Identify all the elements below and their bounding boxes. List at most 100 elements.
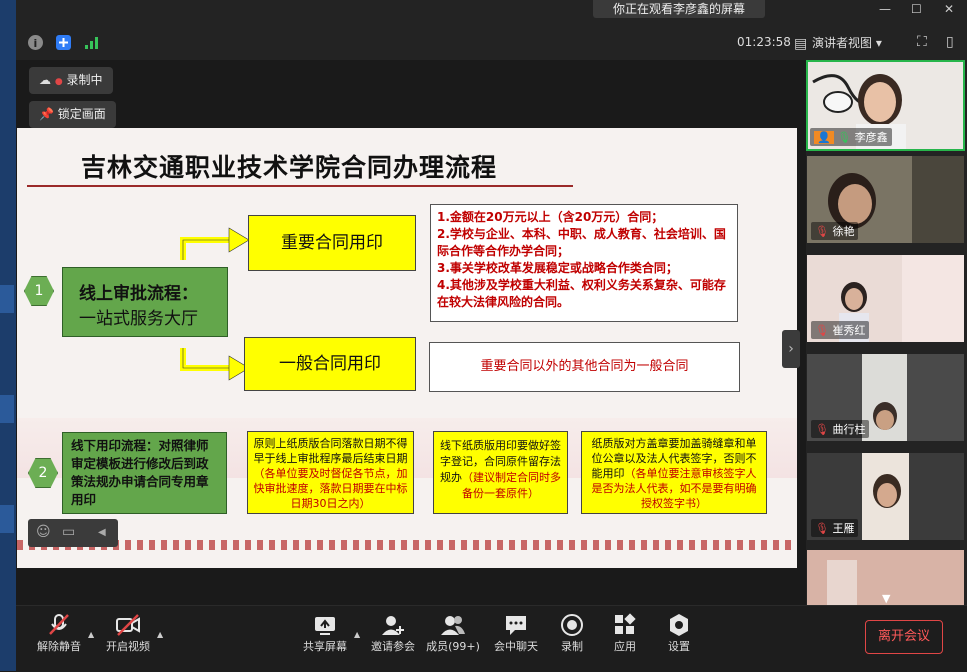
offline-seal-box: 线下用印流程：对照律师审定模板进行修改后到政策法规办申请合同专用章用印	[62, 432, 227, 514]
decorative-border	[17, 540, 797, 550]
view-mode-label: 演讲者视图	[812, 36, 873, 50]
leave-meeting-button[interactable]: 离开会议	[865, 620, 943, 654]
participant-name-text: 王雁	[832, 522, 855, 535]
recording-label: 录制中	[66, 73, 103, 87]
unmute-button[interactable]: 解除静音	[24, 612, 94, 654]
rule-item: 2.学校与企业、本科、中职、成人教育、社会培训、国际合作等合作办学合同；	[437, 227, 726, 258]
paper-date-text: 原则上纸质版合同落款日期不得早于线上审批程序最后结束日期	[253, 437, 408, 465]
panel-toggle-icon[interactable]: ▯	[946, 34, 954, 50]
pin-icon: 📌	[39, 107, 54, 121]
desktop-icon	[0, 285, 14, 313]
participant-name: 🎙 徐艳	[811, 222, 859, 240]
video-tile[interactable]: 👤 🎙 李彦鑫	[806, 60, 965, 151]
video-tile[interactable]: 🎙 徐艳	[807, 156, 964, 243]
members-icon	[418, 612, 488, 638]
mic-muted-icon	[24, 612, 94, 638]
online-approval-title: 线上审批流程：	[79, 284, 198, 304]
cloud-record-icon: ☁	[39, 73, 51, 87]
collapse-panel-button[interactable]: ›	[782, 330, 800, 368]
start-video-button[interactable]: 开启视频	[93, 612, 163, 654]
mic-on-icon: 🎙	[837, 131, 852, 144]
rule-item: 1.金额在20万元以上（含20万元）合同；	[437, 210, 664, 224]
apps-label: 应用	[614, 640, 636, 653]
minimize-button[interactable]: —	[879, 2, 891, 16]
shared-slide: 吉林交通职业技术学院合同办理流程 1 线上审批流程： 一站式服务大厅 重要合同用…	[17, 128, 797, 568]
chevron-down-icon: ▾	[875, 36, 882, 50]
rule-item: 4.其他涉及学校重大利益、权利义务关系复杂、可能存在较大法律风险的合同。	[437, 278, 726, 309]
mic-muted-icon: 🎙	[815, 522, 829, 535]
participant-name-text: 崔秀红	[832, 324, 866, 337]
restore-button[interactable]: ☐	[911, 2, 922, 16]
members-button[interactable]: 成员(99+)	[418, 612, 488, 654]
desktop-icon	[0, 395, 14, 423]
mic-muted-icon: 🎙	[815, 225, 829, 238]
unmute-label: 解除静音	[37, 640, 81, 653]
desktop-icon	[0, 505, 14, 533]
view-mode-button[interactable]: 演讲者视图 ▾	[812, 34, 882, 51]
record-dot-icon: ●	[54, 77, 63, 87]
important-contract-rules: 1.金额在20万元以上（含20万元）合同； 2.学校与企业、本科、中职、成人教育…	[430, 204, 738, 322]
meeting-timer: 01:23:58	[737, 35, 791, 49]
participant-name: 🎙 王雁	[811, 519, 859, 537]
svg-text:i: i	[34, 37, 38, 50]
video-tile[interactable]: 🎙 王雁	[807, 453, 964, 540]
online-approval-box: 线上审批流程： 一站式服务大厅	[62, 267, 228, 337]
video-tile[interactable]: 🎙 曲行柱	[807, 354, 964, 441]
chat-label: 会中聊天	[494, 640, 538, 653]
participant-name: 👤 🎙 李彦鑫	[810, 128, 892, 146]
fullscreen-icon[interactable]: ⛶	[917, 34, 927, 50]
lock-screen-button[interactable]: 📌 锁定画面	[29, 101, 116, 128]
paper-date-note: （各单位要及时督促各节点，加快审批速度，落款日期要在中标日期30日之内）	[253, 467, 408, 510]
close-button[interactable]: ✕	[944, 2, 954, 16]
members-label: 成员(99+)	[426, 640, 480, 653]
participant-name: 🎙 崔秀红	[811, 321, 870, 339]
meeting-topbar	[16, 0, 967, 60]
slide-title: 吉林交通职业技术学院合同办理流程	[81, 153, 498, 182]
info-icon[interactable]: i	[28, 35, 43, 50]
signal-icon[interactable]	[84, 35, 99, 50]
participant-name-text: 徐艳	[832, 225, 855, 238]
paper-register-note: （建议制定合同时多备份一套原件）	[462, 471, 561, 500]
participant-name: 🎙 曲行柱	[811, 420, 870, 438]
record-label: 录制	[561, 640, 583, 653]
paper-register-box: 线下纸质版用印要做好签字登记，合同原件留存法规办（建议制定合同时多备份一套原件）	[433, 431, 568, 514]
invite-label: 邀请参会	[371, 640, 415, 653]
online-approval-subtitle: 一站式服务大厅	[79, 309, 198, 329]
important-contract-box: 重要合同用印	[248, 215, 416, 271]
lock-screen-label: 锁定画面	[57, 107, 106, 121]
settings-label: 设置	[668, 640, 690, 653]
emoji-icon[interactable]: ☺	[36, 524, 51, 540]
share-screen-icon	[290, 612, 360, 638]
camera-off-icon	[93, 612, 163, 638]
mic-muted-icon: 🎙	[815, 423, 829, 436]
shield-icon[interactable]	[56, 35, 71, 50]
title-underline	[27, 185, 573, 187]
start-video-label: 开启视频	[106, 640, 150, 653]
general-contract-box: 一般合同用印	[244, 337, 416, 391]
paper-date-box: 原则上纸质版合同落款日期不得早于线上审批程序最后结束日期（各单位要及时督促各节点…	[247, 431, 414, 514]
participant-name-text: 李彦鑫	[854, 131, 888, 144]
share-screen-label: 共享屏幕	[303, 640, 347, 653]
layout-icon: ▤	[794, 36, 808, 52]
step-1-badge: 1	[24, 276, 54, 306]
share-screen-button[interactable]: 共享屏幕	[290, 612, 360, 654]
chevron-up-icon[interactable]: ▲	[157, 630, 163, 639]
rule-item: 3.事关学校改革发展稳定或战略合作类合同；	[437, 261, 678, 275]
collapse-left-icon[interactable]: ◀	[98, 527, 106, 538]
recording-indicator[interactable]: ☁ ● 录制中	[29, 67, 113, 94]
scroll-down-icon[interactable]: ▼	[882, 592, 890, 605]
mic-muted-icon: 🎙	[815, 324, 829, 337]
general-contract-rule: 重要合同以外的其他合同为一般合同	[429, 342, 740, 392]
comment-icon[interactable]: ▭	[62, 524, 75, 540]
video-tile[interactable]: 🎙 崔秀红	[807, 255, 964, 342]
up-arrow-icon	[180, 227, 250, 260]
paper-stamp-box: 纸质版对方盖章要加盖骑缝章和单位公章以及法人代表签字，否则不能用印（各单位要注意…	[581, 431, 767, 514]
desktop-background	[0, 0, 16, 671]
reaction-controls: ☺ ▭ ◀	[28, 519, 118, 547]
participant-name-text: 曲行柱	[832, 423, 866, 436]
video-tile[interactable]: ▼	[807, 550, 964, 605]
settings-button[interactable]: 设置	[644, 612, 714, 654]
gear-icon	[644, 612, 714, 638]
viewing-notice: 你正在观看李彦鑫的屏幕	[593, 0, 765, 18]
host-icon: 👤	[814, 131, 834, 144]
